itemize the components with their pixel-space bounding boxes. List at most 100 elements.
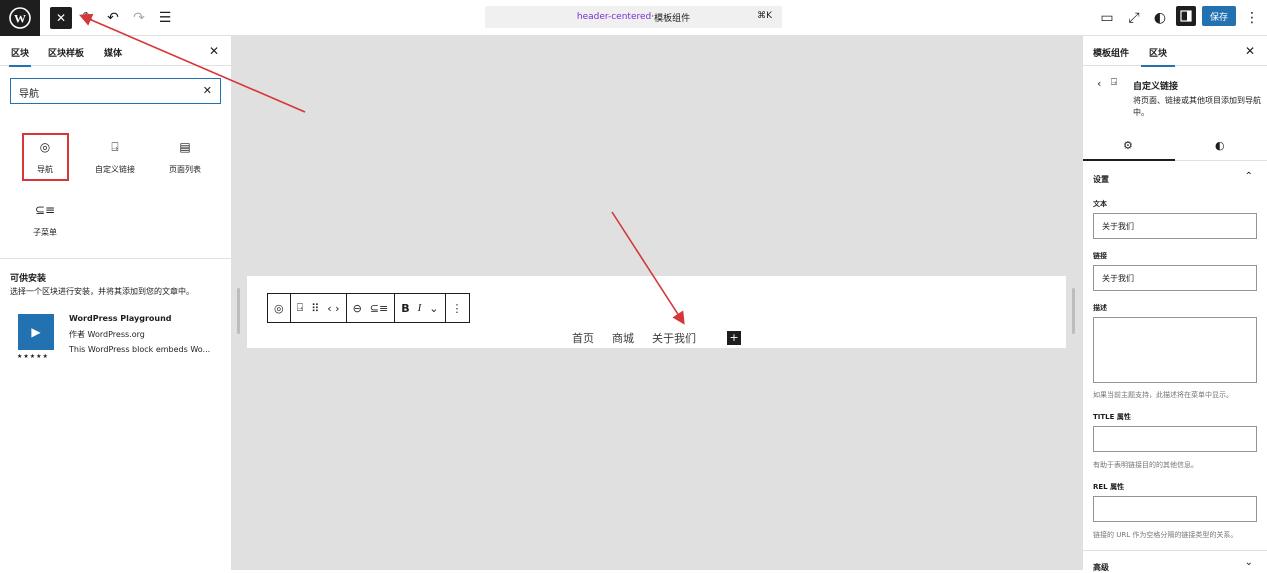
title-attribute-field[interactable] <box>1093 426 1257 452</box>
settings-sidebar-icon[interactable] <box>1176 6 1196 26</box>
block-custom-link[interactable]: ⍈ 自定义链接 <box>85 140 145 175</box>
block-page-list[interactable]: ▤ 页面列表 <box>155 140 215 175</box>
command-palette[interactable]: header-centered · 模板组件 ⌘K <box>485 6 782 28</box>
wordpress-logo-icon[interactable]: W <box>0 0 40 36</box>
submenu-icon: ⊆≡ <box>34 203 56 217</box>
inspector-tabs: ⚙ ◐ <box>1083 131 1267 161</box>
page-list-icon: ▤ <box>179 140 191 154</box>
resize-handle-right[interactable] <box>1072 288 1075 334</box>
close-icon[interactable]: ✕ <box>1245 44 1255 58</box>
toolbar-group-link: ⊖ ⊆≡ <box>347 294 396 322</box>
custom-link-icon[interactable]: ⍈ <box>297 301 304 315</box>
submenu-icon[interactable]: ⊆≡ <box>370 302 388 315</box>
title-attribute-label: TITLE 属性 <box>1093 413 1131 421</box>
document-overview-icon[interactable]: ☰ <box>153 6 177 30</box>
text-label: 文本 <box>1093 200 1107 208</box>
move-arrows-icon[interactable]: ‹ › <box>327 302 339 315</box>
plugin-author: 作者 WordPress.org <box>69 330 145 339</box>
styles-icon[interactable]: ◐ <box>1148 6 1172 30</box>
block-search-input[interactable]: 导航 ✕ <box>10 78 221 104</box>
more-options-icon[interactable]: ⋮ <box>452 302 463 315</box>
tab-patterns[interactable]: 区块样板 <box>48 46 84 59</box>
block-label: 子菜单 <box>33 228 57 237</box>
bold-icon[interactable]: B <box>401 302 409 315</box>
block-card-title: 自定义链接 <box>1133 82 1179 92</box>
tab-template-part[interactable]: 模板组件 <box>1093 46 1129 59</box>
advanced-panel-title[interactable]: 高级 <box>1093 562 1109 573</box>
drag-handle-icon[interactable]: ⠿ <box>311 302 319 315</box>
rel-attribute-field[interactable] <box>1093 496 1257 522</box>
description-textarea[interactable] <box>1093 317 1257 383</box>
desktop-preview-icon[interactable]: ▭ <box>1095 6 1119 30</box>
rating-stars: ★★★★★ <box>17 353 49 360</box>
annotation-highlight-box <box>22 133 69 181</box>
plugin-description: This WordPress block embeds Wo... <box>69 345 211 354</box>
description-label: 描述 <box>1093 304 1107 312</box>
shortcut-hint: ⌘K <box>757 11 772 21</box>
navigation-icon[interactable]: ◎ <box>274 302 284 315</box>
editor-canvas[interactable]: ◎ ⍈ ⠿ ‹ › ⊖ ⊆≡ B I ⌄ ⋮ 首页 商城 关于我们 + <box>232 36 1082 570</box>
chevron-up-icon[interactable]: ⌃ <box>1245 171 1253 182</box>
chevron-left-icon[interactable]: ‹ <box>1097 77 1101 90</box>
block-inserter-panel: 区块 区块样板 媒体 ✕ 导航 ✕ ◎ 导航 ⍈ 自定义链接 ▤ 页面列表 ⊆≡… <box>0 36 232 570</box>
description-hint: 如果当前主题支持，此描述将在菜单中显示。 <box>1093 391 1233 399</box>
navigation-menu: 首页 商城 关于我们 <box>572 330 696 346</box>
gear-icon[interactable]: ⚙ <box>1123 139 1133 152</box>
rel-attribute-hint: 链接的 URL 作为空格分隔的链接类型的关系。 <box>1093 531 1238 539</box>
toolbar-group-parent: ◎ <box>268 294 291 322</box>
block-submenu[interactable]: ⊆≡ 子菜单 <box>15 203 75 238</box>
settings-panel-title[interactable]: 设置 <box>1093 174 1109 185</box>
play-icon[interactable]: ▶ <box>18 314 54 350</box>
block-card-description: 将页面、链接或其他项目添加到导航中。 <box>1133 96 1261 117</box>
svg-text:W: W <box>14 12 26 26</box>
block-label: 页面列表 <box>169 165 201 174</box>
undo-icon[interactable]: ↶ <box>101 6 125 30</box>
plugin-title[interactable]: WordPress Playground <box>69 314 172 323</box>
toolbar-group-block: ⍈ ⠿ ‹ › <box>291 294 347 322</box>
template-type: 模板组件 <box>654 13 691 24</box>
chevron-down-icon[interactable]: ⌄ <box>429 302 438 315</box>
text-field[interactable]: 关于我们 <box>1093 213 1257 239</box>
settings-sidebar: 模板组件 区块 ✕ ‹ ⍈ 自定义链接 将页面、链接或其他项目添加到导航中。 ⚙… <box>1082 36 1267 573</box>
divider <box>0 258 232 259</box>
italic-icon[interactable]: I <box>418 302 422 314</box>
block-toolbar: ◎ ⍈ ⠿ ‹ › ⊖ ⊆≡ B I ⌄ ⋮ <box>267 293 470 323</box>
tab-blocks[interactable]: 区块 <box>8 46 32 67</box>
toolbar-group-more: ⋮ <box>446 294 469 322</box>
close-icon[interactable]: ✕ <box>209 44 219 58</box>
search-value: 导航 <box>19 89 39 100</box>
available-title: 可供安装 <box>10 274 47 284</box>
styles-icon[interactable]: ◐ <box>1215 139 1225 152</box>
top-toolbar: W ✕ ✎ ↶ ↷ ☰ header-centered · 模板组件 ⌘K ▭ … <box>0 0 1267 36</box>
nav-item-about[interactable]: 关于我们 <box>652 330 696 346</box>
title-attribute-hint: 有助于表明链接目的的其他信息。 <box>1093 461 1198 469</box>
resize-handle-left[interactable] <box>237 288 240 334</box>
header-template-frame[interactable]: ◎ ⍈ ⠿ ‹ › ⊖ ⊆≡ B I ⌄ ⋮ 首页 商城 关于我们 + <box>247 276 1066 348</box>
add-block-button[interactable]: + <box>727 331 741 345</box>
nav-item-home[interactable]: 首页 <box>572 330 594 346</box>
custom-link-icon: ⍈ <box>1111 77 1117 88</box>
custom-link-icon: ⍈ <box>111 140 119 154</box>
divider <box>1083 550 1267 551</box>
link-field[interactable]: 关于我们 <box>1093 265 1257 291</box>
chevron-down-icon[interactable]: ⌄ <box>1245 557 1253 568</box>
pencil-icon[interactable]: ✎ <box>76 6 100 30</box>
link-label: 链接 <box>1093 252 1107 260</box>
clear-search-icon[interactable]: ✕ <box>203 84 212 97</box>
template-slug: header-centered <box>576 12 652 22</box>
nav-item-shop[interactable]: 商城 <box>612 330 634 346</box>
tab-indicator <box>1083 159 1175 161</box>
tab-block[interactable]: 区块 <box>1140 46 1176 67</box>
external-view-icon[interactable]: ⤢ <box>1122 6 1146 30</box>
sidebar-tabs: 模板组件 区块 ✕ <box>1083 36 1267 67</box>
available-description: 选择一个区块进行安装，并将其添加到您的文章中。 <box>10 287 194 296</box>
redo-icon[interactable]: ↷ <box>127 6 151 30</box>
inserter-tabs: 区块 区块样板 媒体 ✕ <box>0 36 231 67</box>
save-button[interactable]: 保存 <box>1202 6 1236 26</box>
rel-attribute-label: REL 属性 <box>1093 483 1125 491</box>
close-inserter-button[interactable]: ✕ <box>50 7 72 29</box>
link-icon[interactable]: ⊖ <box>353 302 362 315</box>
block-label: 自定义链接 <box>95 165 135 174</box>
tab-media[interactable]: 媒体 <box>104 46 122 59</box>
more-options-icon[interactable]: ⋮ <box>1240 6 1264 30</box>
